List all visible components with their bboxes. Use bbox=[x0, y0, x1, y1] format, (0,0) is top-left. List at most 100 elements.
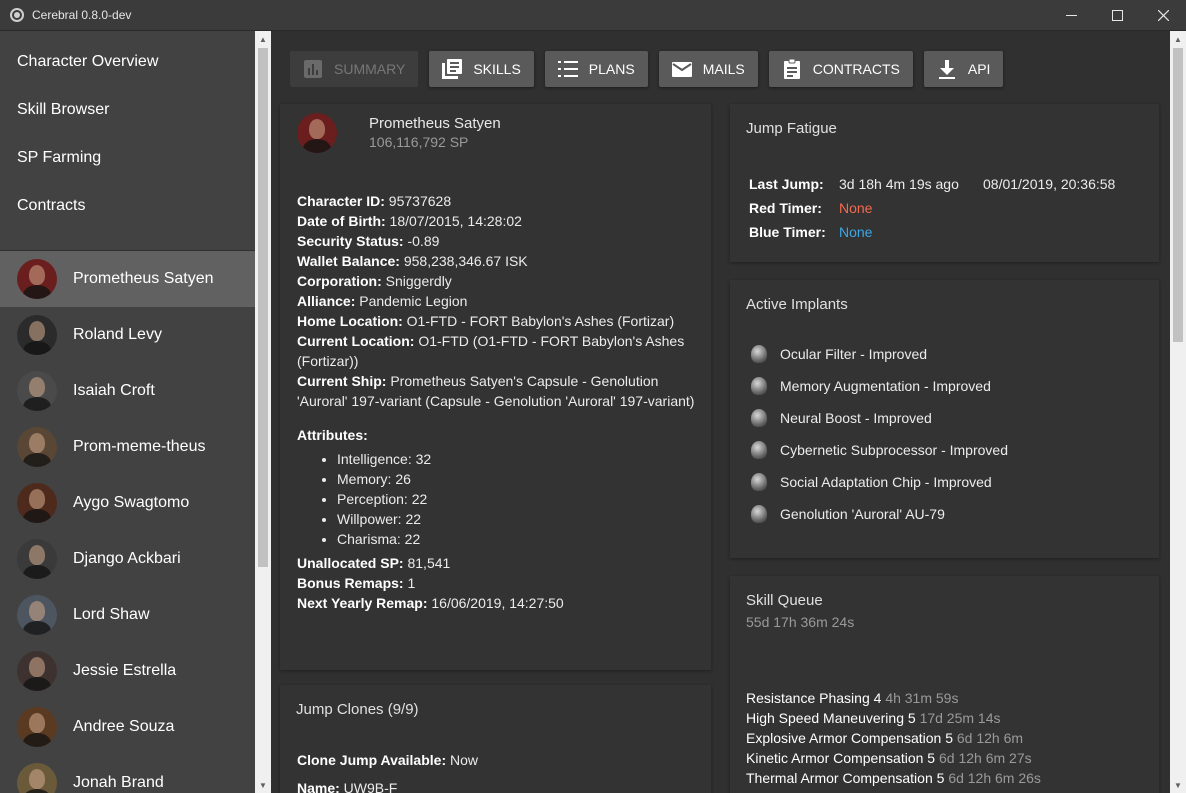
nav-skill-browser[interactable]: Skill Browser bbox=[0, 86, 255, 134]
summary-button[interactable]: SUMMARY bbox=[290, 51, 419, 87]
skill-queue-item: Kinetic Armor Compensation 5 6d 12h 6m 2… bbox=[746, 748, 1041, 768]
main-scrollbar[interactable]: ▲ ▼ bbox=[1170, 31, 1186, 793]
maximize-icon bbox=[1111, 10, 1123, 21]
implant-list: Ocular Filter - Improved Memory Augmentat… bbox=[751, 338, 1008, 530]
character-list: Prometheus Satyen Roland Levy Isaiah Croft… bbox=[0, 251, 255, 793]
library-books-icon bbox=[441, 58, 463, 80]
character-list-item[interactable]: Jonah Brand bbox=[0, 755, 255, 793]
nav-contracts[interactable]: Contracts bbox=[0, 182, 255, 230]
implant-item: Cybernetic Subprocessor - Improved bbox=[751, 434, 1008, 466]
skill-queue-item: Explosive Armor Compensation 5 6d 12h 6m bbox=[746, 728, 1041, 748]
character-field-value: 958,238,346.67 ISK bbox=[399, 253, 528, 269]
plans-button[interactable]: PLANS bbox=[544, 51, 648, 87]
attribute-item: Willpower: 22 bbox=[337, 509, 702, 529]
app-logo-icon bbox=[10, 8, 24, 22]
attribute-item: Perception: 22 bbox=[337, 489, 702, 509]
character-extra-field-value: 1 bbox=[403, 575, 416, 591]
character-field-label: Home Location: bbox=[297, 313, 403, 329]
scroll-down-arrow-icon[interactable]: ▼ bbox=[1170, 777, 1186, 793]
implant-icon bbox=[751, 409, 767, 427]
skill-queue-card: Skill Queue 55d 17h 36m 24s Resistance P… bbox=[730, 576, 1159, 793]
red-timer-value: None bbox=[839, 200, 873, 216]
character-field-value: -0.89 bbox=[403, 233, 440, 249]
plans-label: PLANS bbox=[588, 61, 635, 77]
clone-name: Name: UW9B-F bbox=[297, 778, 397, 793]
character-name: Prometheus Satyen bbox=[369, 115, 501, 132]
implant-icon bbox=[751, 505, 767, 523]
nav-sp-farming[interactable]: SP Farming bbox=[0, 134, 255, 182]
toolbar: SUMMARY SKILLS PLANS MAILS CONTRACTS API bbox=[290, 51, 1004, 87]
scroll-up-arrow-icon[interactable]: ▲ bbox=[1170, 31, 1186, 47]
skill-queue-skill: Resistance Phasing 4 bbox=[746, 690, 882, 706]
character-list-item[interactable]: Roland Levy bbox=[0, 307, 255, 363]
scroll-up-arrow-icon[interactable]: ▲ bbox=[255, 31, 271, 47]
api-label: API bbox=[967, 61, 991, 77]
character-fields: Character ID: 95737628 Date of Birth: 18/… bbox=[297, 191, 702, 411]
character-field-value: 95737628 bbox=[384, 193, 452, 209]
active-implants-card: Active Implants Ocular Filter - Improved… bbox=[730, 280, 1159, 558]
minimize-icon bbox=[1065, 15, 1077, 16]
character-list-name: Prom-meme-theus bbox=[73, 438, 206, 455]
download-icon bbox=[936, 58, 958, 80]
character-extra-field-value: 81,541 bbox=[403, 555, 451, 571]
scroll-down-arrow-icon[interactable]: ▼ bbox=[255, 777, 271, 793]
character-avatar bbox=[17, 483, 57, 523]
jump-fatigue-card: Jump Fatigue Last Jump: 3d 18h 4m 19s ag… bbox=[730, 104, 1159, 262]
character-list-item[interactable]: Isaiah Croft bbox=[0, 363, 255, 419]
skill-queue-item: Resistance Phasing 4 4h 31m 59s bbox=[746, 688, 1041, 708]
skill-queue-time: 17d 25m 14s bbox=[919, 710, 1001, 726]
skill-queue-item: Micro Jump Drive Operation 4 3d 11m 59s bbox=[746, 788, 1041, 793]
contracts-label: CONTRACTS bbox=[812, 61, 900, 77]
character-list-item[interactable]: Prometheus Satyen bbox=[0, 251, 255, 307]
character-list-name: Jonah Brand bbox=[73, 774, 164, 791]
scroll-thumb[interactable] bbox=[258, 48, 268, 567]
character-field-label: Date of Birth: bbox=[297, 213, 386, 229]
character-field: Character ID: 95737628 bbox=[297, 191, 702, 211]
character-field-label: Character ID: bbox=[297, 193, 385, 209]
mails-button[interactable]: MAILS bbox=[658, 51, 758, 87]
character-field-label: Security Status: bbox=[297, 233, 404, 249]
api-button[interactable]: API bbox=[923, 51, 1004, 87]
nav-character-overview[interactable]: Character Overview bbox=[0, 38, 255, 86]
blue-timer-value: None bbox=[839, 224, 873, 240]
implant-icon bbox=[751, 473, 767, 491]
character-info: Character ID: 95737628 Date of Birth: 18/… bbox=[297, 191, 702, 613]
character-list-item[interactable]: Lord Shaw bbox=[0, 587, 255, 643]
implant-name: Cybernetic Subprocessor - Improved bbox=[780, 442, 1008, 458]
character-list-item[interactable]: Jessie Estrella bbox=[0, 643, 255, 699]
implant-name: Ocular Filter - Improved bbox=[780, 346, 928, 362]
character-list-item[interactable]: Aygo Swagtomo bbox=[0, 475, 255, 531]
character-avatar bbox=[17, 427, 57, 467]
character-avatar bbox=[17, 539, 57, 579]
character-avatar bbox=[17, 595, 57, 635]
contracts-button[interactable]: CONTRACTS bbox=[768, 51, 913, 87]
character-list-item[interactable]: Django Ackbari bbox=[0, 531, 255, 587]
skill-queue-item: High Speed Maneuvering 5 17d 25m 14s bbox=[746, 708, 1041, 728]
character-list-item[interactable]: Prom-meme-theus bbox=[0, 419, 255, 475]
character-list-item[interactable]: Andree Souza bbox=[0, 699, 255, 755]
character-list-name: Isaiah Croft bbox=[73, 382, 155, 399]
skills-button[interactable]: SKILLS bbox=[429, 51, 534, 87]
skill-queue-skill: Thermal Armor Compensation 5 bbox=[746, 770, 945, 786]
chart-icon bbox=[302, 58, 324, 80]
last-jump-date: 08/01/2019, 20:36:58 bbox=[983, 176, 1116, 192]
skill-queue-total: 55d 17h 36m 24s bbox=[746, 614, 855, 630]
scroll-thumb[interactable] bbox=[1173, 48, 1183, 342]
character-sp: 106,116,792 SP bbox=[369, 134, 469, 150]
maximize-button[interactable] bbox=[1094, 0, 1140, 31]
sidebar-scrollbar[interactable]: ▲ ▼ bbox=[255, 31, 271, 793]
implant-icon bbox=[751, 345, 767, 363]
character-extra-field-label: Next Yearly Remap: bbox=[297, 595, 428, 611]
implant-name: Genolution 'Auroral' AU-79 bbox=[780, 506, 945, 522]
skill-queue-skill: Explosive Armor Compensation 5 bbox=[746, 730, 953, 746]
jump-fatigue-table: Last Jump: 3d 18h 4m 19s ago 08/01/2019,… bbox=[749, 172, 1115, 244]
skill-queue-time: 4h 31m 59s bbox=[885, 690, 959, 706]
skill-queue-list: Resistance Phasing 4 4h 31m 59s High Spee… bbox=[746, 688, 1041, 793]
character-extra-field-label: Bonus Remaps: bbox=[297, 575, 404, 591]
skill-queue-skill: Kinetic Armor Compensation 5 bbox=[746, 750, 936, 766]
character-list-name: Andree Souza bbox=[73, 718, 175, 735]
implant-item: Social Adaptation Chip - Improved bbox=[751, 466, 1008, 498]
minimize-button[interactable] bbox=[1048, 0, 1094, 31]
active-implants-title: Active Implants bbox=[746, 296, 848, 313]
close-button[interactable] bbox=[1140, 0, 1186, 31]
